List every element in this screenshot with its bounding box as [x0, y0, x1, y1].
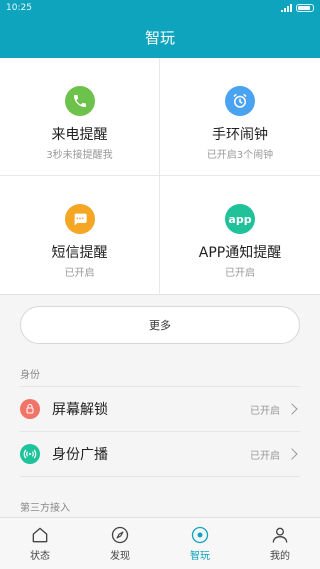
- tile-title: 短信提醒: [51, 245, 108, 261]
- app-bar: 智玩: [0, 16, 320, 58]
- section-label-identity: 身份: [20, 370, 40, 381]
- nav-label: 发现: [110, 551, 130, 562]
- bottom-nav: 状态 发现 智玩 我的: [0, 517, 320, 569]
- divider: [20, 476, 300, 477]
- tile-band-alarm[interactable]: 手环闹钟 已开启3个闹钟: [160, 58, 320, 176]
- home-icon: [32, 527, 48, 543]
- lock-icon: [20, 399, 40, 419]
- message-icon: [64, 204, 95, 234]
- nav-label: 我的: [270, 551, 290, 562]
- nav-item-discover[interactable]: 发现: [80, 518, 160, 569]
- list-item-identity-broadcast[interactable]: 身份广播 已开启: [20, 431, 300, 476]
- nav-item-smart-play[interactable]: 智玩: [160, 518, 240, 569]
- broadcast-icon: [20, 444, 40, 464]
- compass-icon: [111, 526, 129, 544]
- status-time: 10:25: [6, 3, 32, 13]
- chevron-right-icon: [286, 448, 298, 460]
- list-item-status: 已开启: [250, 450, 280, 462]
- tile-app-notification[interactable]: app APP通知提醒 已开启: [160, 176, 320, 295]
- list-item-status: 已开启: [250, 405, 280, 417]
- section-label-third-party: 第三方接入: [20, 503, 70, 514]
- alarm-clock-icon: [225, 86, 255, 116]
- app-icon: app: [225, 204, 255, 234]
- signal-icon: [281, 4, 292, 12]
- tile-sms-reminder[interactable]: 短信提醒 已开启: [0, 176, 160, 295]
- feature-grid: 来电提醒 3秒未接提醒我 手环闹钟 已开启3个闹钟 短信提醒 已开启 app A…: [0, 58, 320, 295]
- nav-item-mine[interactable]: 我的: [240, 518, 320, 569]
- tile-call-reminder[interactable]: 来电提醒 3秒未接提醒我: [0, 58, 160, 176]
- person-icon: [272, 527, 288, 543]
- tile-subtitle: 已开启3个闹钟: [206, 150, 274, 161]
- phone-icon: [64, 86, 95, 116]
- battery-icon: [296, 4, 314, 12]
- nav-item-status[interactable]: 状态: [0, 518, 80, 569]
- tile-subtitle: 已开启: [225, 268, 255, 279]
- status-bar: 10:25: [0, 0, 320, 16]
- tile-title: APP通知提醒: [198, 245, 282, 261]
- list-item-label: 屏幕解锁: [52, 402, 108, 418]
- nav-label: 状态: [30, 551, 50, 562]
- smart-play-icon: [191, 526, 209, 544]
- list-item-label: 身份广播: [52, 447, 108, 463]
- tile-subtitle: 已开启: [64, 268, 95, 279]
- tile-title: 来电提醒: [51, 127, 108, 143]
- tile-title: 手环闹钟: [212, 127, 268, 143]
- app-icon-glyph: app: [228, 212, 252, 226]
- page-title: 智玩: [144, 28, 175, 47]
- tile-subtitle: 3秒未接提醒我: [46, 150, 113, 161]
- list-item-screen-unlock[interactable]: 屏幕解锁 已开启: [20, 386, 300, 431]
- chevron-right-icon: [286, 403, 298, 415]
- more-button[interactable]: 更多: [20, 306, 300, 344]
- nav-label: 智玩: [190, 551, 210, 562]
